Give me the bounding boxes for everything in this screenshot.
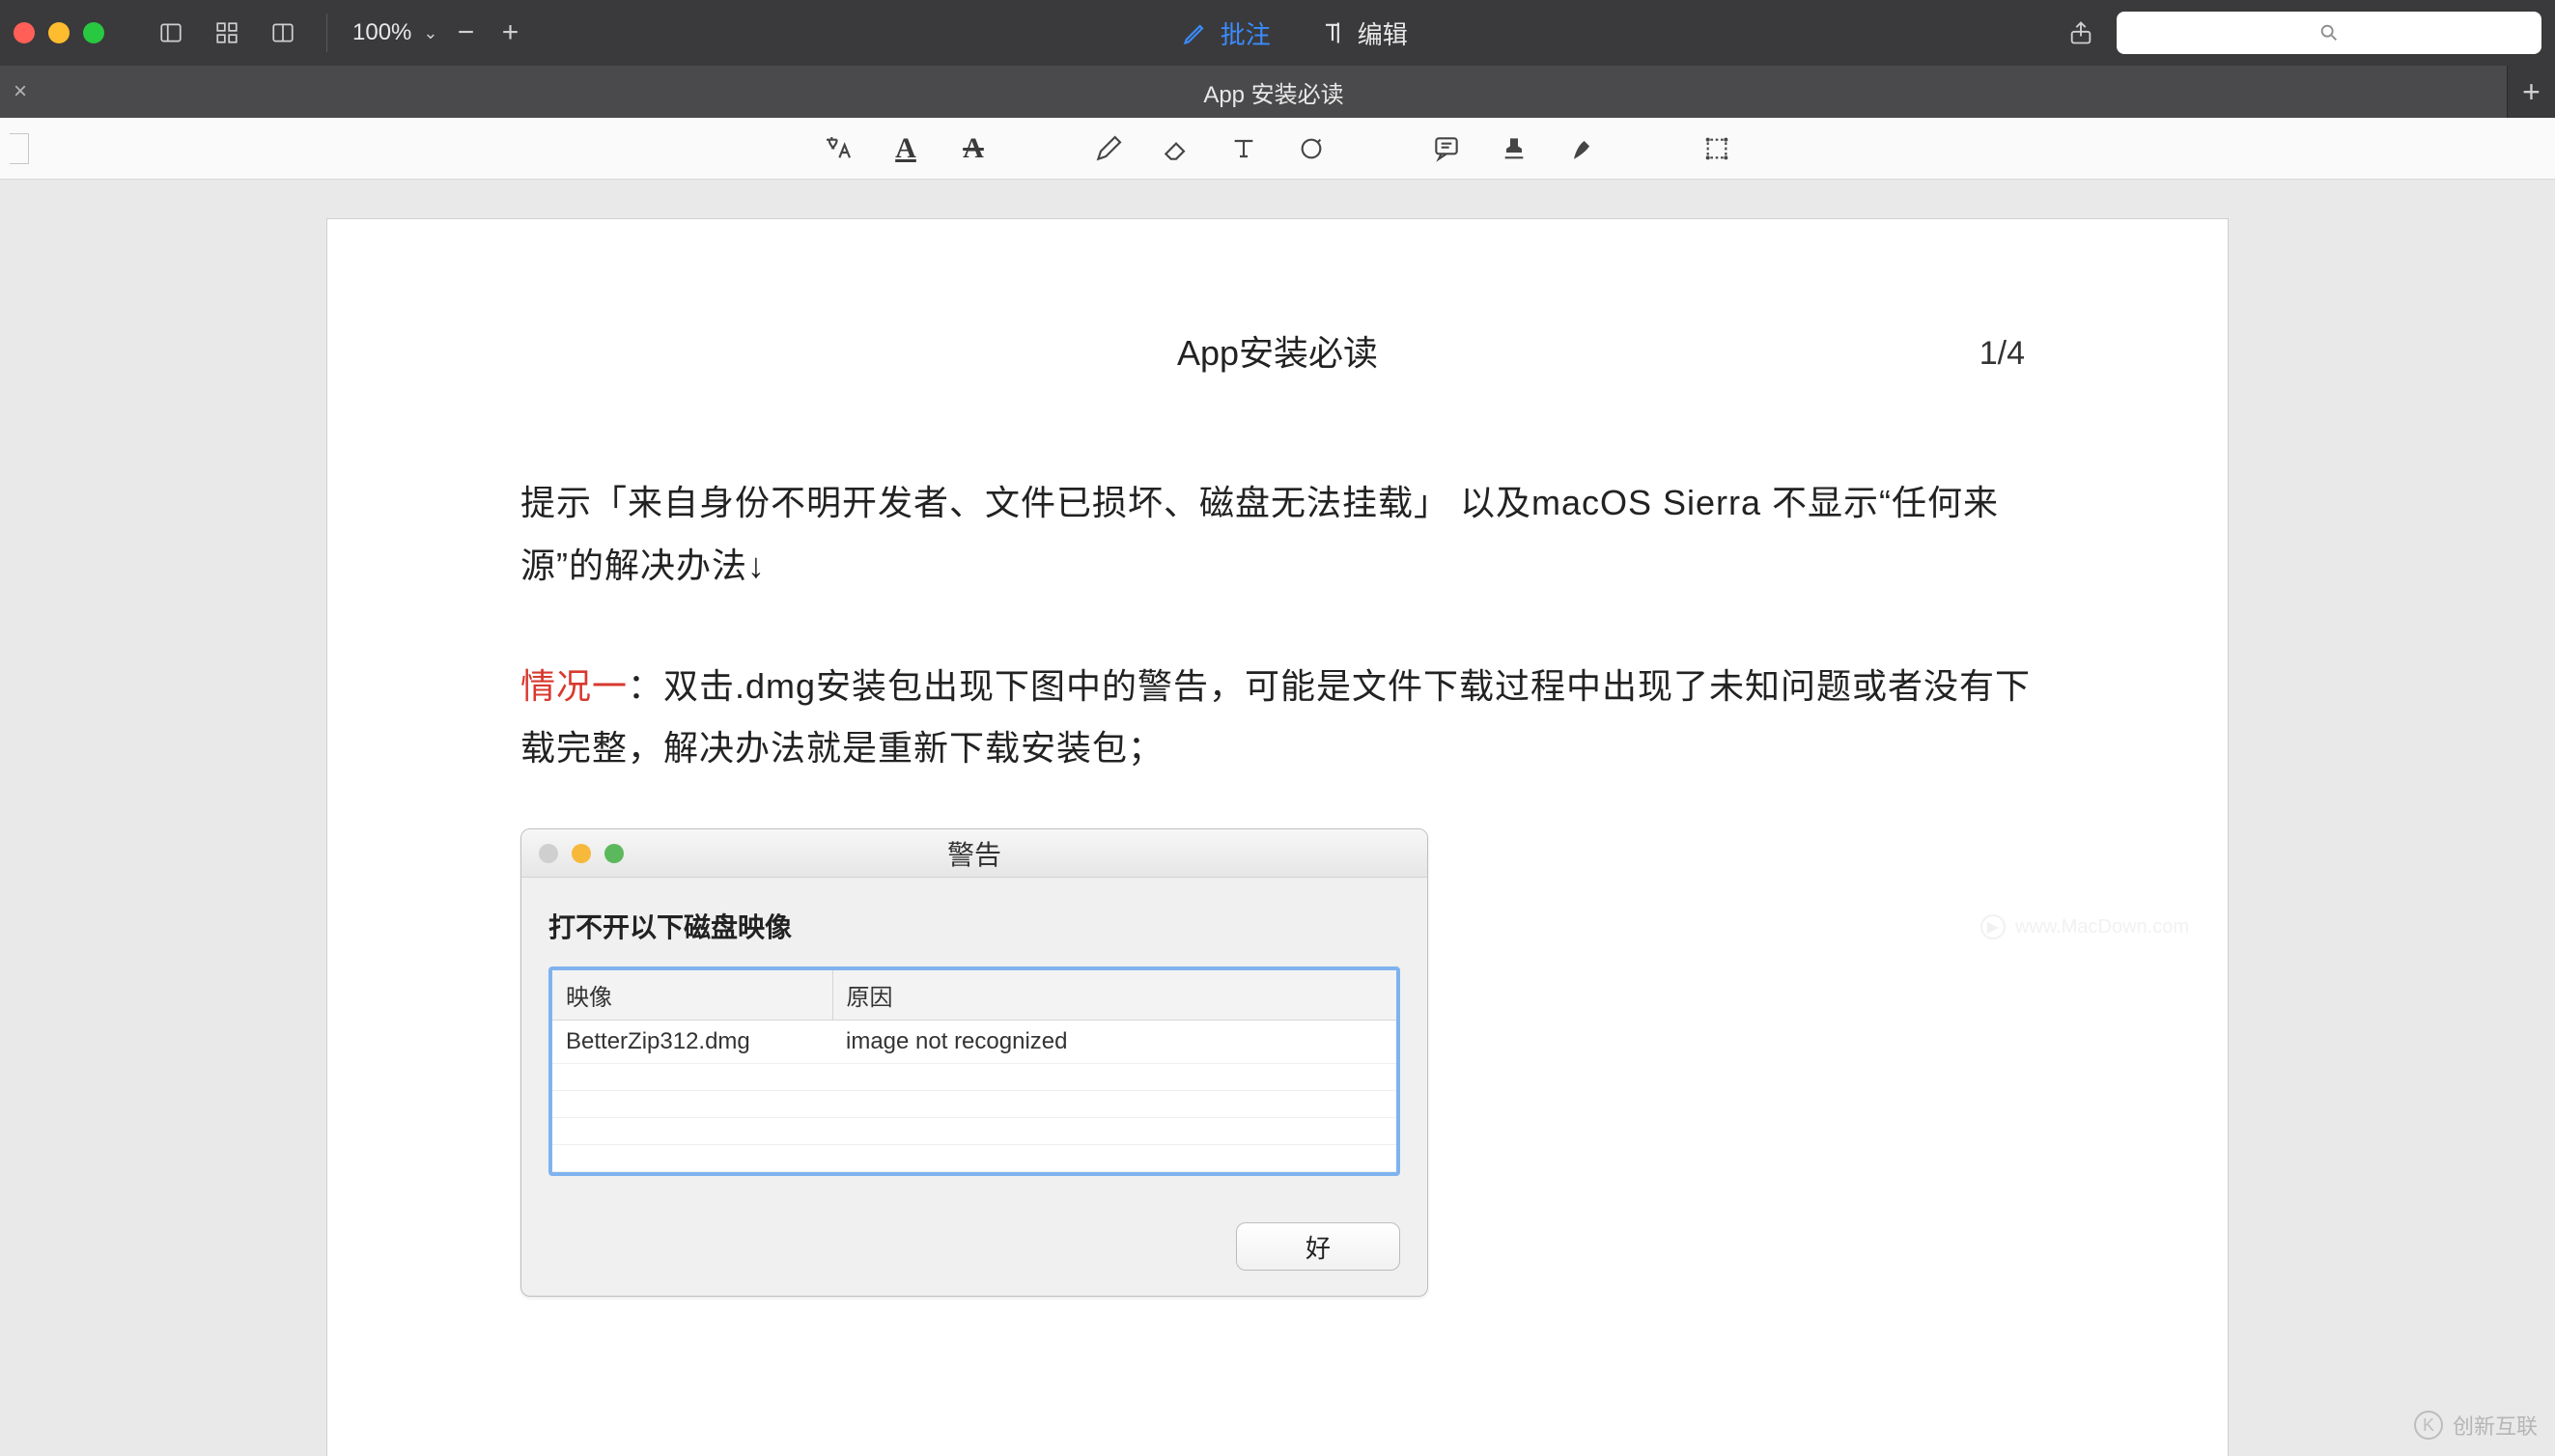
thumbnails-view-button[interactable] — [209, 14, 245, 51]
share-button[interactable] — [2063, 14, 2099, 51]
case-one-text: ：双击.dmg安装包出现下图中的警告，可能是文件下载过程中出现了未知问题或者没有… — [520, 666, 2031, 769]
alert-col-reason: 原因 — [832, 970, 1396, 1021]
case-one-label: 情况一 — [520, 666, 628, 706]
shape-tool[interactable] — [1292, 129, 1331, 168]
window-close-button[interactable] — [14, 22, 35, 43]
signature-tool[interactable] — [1562, 129, 1601, 168]
alert-message: 打不开以下磁盘映像 — [548, 907, 1400, 945]
tab-title[interactable]: App 安装必读 — [41, 66, 2507, 118]
reader-view-button[interactable] — [265, 14, 301, 51]
alert-row-image: BetterZip312.dmg — [552, 1021, 832, 1064]
new-tab-button[interactable]: + — [2507, 66, 2555, 118]
alert-titlebar: 警告 — [521, 829, 1427, 878]
zoom-in-button[interactable]: + — [493, 16, 526, 49]
alert-title: 警告 — [521, 834, 1427, 873]
traffic-lights — [14, 22, 104, 43]
annotate-mode-button[interactable]: 批注 — [1182, 15, 1271, 51]
pen-icon — [1182, 19, 1209, 46]
zoom-level-label[interactable]: 100% — [352, 19, 411, 46]
annotate-mode-label: 批注 — [1221, 15, 1271, 51]
window-minimize-button[interactable] — [48, 22, 70, 43]
tab-bar: × App 安装必读 + — [0, 66, 2555, 118]
alert-row-reason: image not recognized — [832, 1021, 1396, 1064]
embedded-alert-screenshot: 警告 打不开以下磁盘映像 映像 原因 BetterZip312.dmg imag… — [520, 828, 1428, 1297]
annotation-toolbar: A A — [0, 118, 2555, 180]
stamp-tool[interactable] — [1495, 129, 1533, 168]
page-edge-indicator — [10, 133, 29, 164]
zoom-out-button[interactable]: − — [449, 16, 482, 49]
document-page: 1/4 App安装必读 提示「来自身份不明开发者、文件已损坏、磁盘无法挂载」 以… — [326, 218, 2229, 1456]
search-input[interactable] — [2117, 12, 2541, 54]
alert-col-image: 映像 — [552, 970, 832, 1021]
document-title: App安装必读 — [1177, 325, 1378, 376]
zoom-dropdown-icon[interactable]: ⌄ — [423, 23, 437, 43]
paragraph-case1: 情况一：双击.dmg安装包出现下图中的警告，可能是文件下载过程中出现了未知问题或… — [520, 656, 2035, 781]
zoom-control: 100% ⌄ − + — [352, 16, 526, 49]
watermark-text: 创新互联 — [2453, 1410, 2538, 1441]
eraser-tool[interactable] — [1157, 129, 1195, 168]
toolbar-divider — [326, 14, 327, 52]
edit-mode-label: 编辑 — [1358, 15, 1408, 51]
window-titlebar: 100% ⌄ − + 批注 编辑 — [0, 0, 2555, 66]
pencil-tool[interactable] — [1089, 129, 1128, 168]
underline-text-tool[interactable]: A — [886, 129, 925, 168]
page-indicator: 1/4 — [1979, 335, 2025, 373]
text-edit-icon — [1319, 19, 1346, 46]
alert-table: 映像 原因 BetterZip312.dmg image not recogni… — [548, 966, 1400, 1176]
text-box-tool[interactable] — [1224, 129, 1263, 168]
image-watermark: K 创新互联 — [2414, 1410, 2538, 1441]
strikethrough-text-tool[interactable]: A — [954, 129, 993, 168]
macdown-watermark: ▶ www.MacDown.com — [1980, 914, 2189, 939]
alert-ok-button[interactable]: 好 — [1236, 1222, 1400, 1271]
note-tool[interactable] — [1427, 129, 1466, 168]
search-icon — [2318, 22, 2340, 43]
translate-tool[interactable] — [819, 129, 857, 168]
crop-selection-tool[interactable] — [1698, 129, 1736, 168]
document-canvas[interactable]: 1/4 App安装必读 提示「来自身份不明开发者、文件已损坏、磁盘无法挂载」 以… — [0, 180, 2555, 1456]
paragraph-intro: 提示「来自身份不明开发者、文件已损坏、磁盘无法挂载」 以及macOS Sierr… — [520, 472, 2035, 598]
sidebar-toggle-button[interactable] — [153, 14, 189, 51]
tab-close-button[interactable]: × — [0, 66, 41, 118]
watermark-icon: K — [2414, 1411, 2443, 1440]
edit-mode-button[interactable]: 编辑 — [1319, 15, 1408, 51]
window-zoom-button[interactable] — [83, 22, 104, 43]
macdown-watermark-text: www.MacDown.com — [2015, 916, 2189, 938]
